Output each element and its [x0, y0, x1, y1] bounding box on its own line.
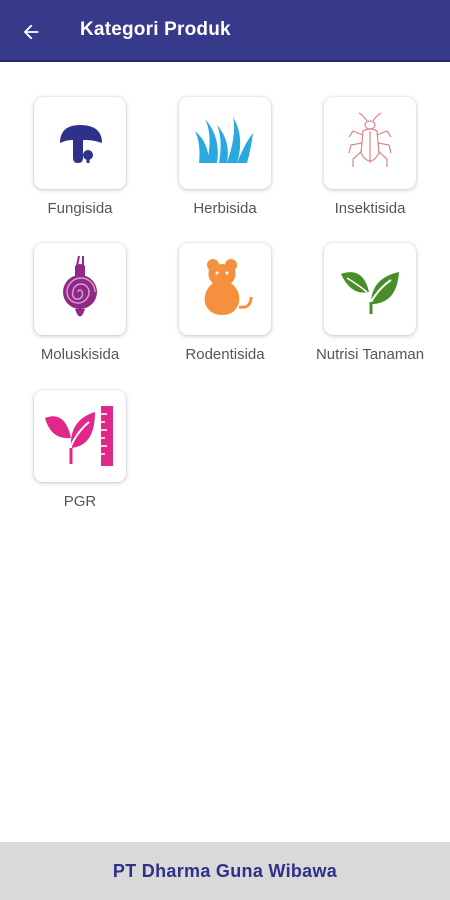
mushroom-icon	[60, 125, 102, 163]
grass-icon	[195, 117, 253, 163]
category-label: Fungisida	[47, 200, 113, 217]
category-herbisida[interactable]: Herbisida	[155, 89, 295, 229]
category-card[interactable]	[34, 97, 126, 189]
category-label: PGR	[63, 493, 97, 510]
category-fungisida[interactable]: Fungisida	[10, 89, 150, 229]
company-name: PT Dharma Guna Wibawa	[112, 860, 338, 881]
leaves-icon	[341, 272, 399, 314]
app-bar: Kategori Produk	[0, 0, 450, 62]
mouse-icon	[204, 259, 253, 315]
arrow-left-icon	[23, 24, 39, 40]
snail-icon	[63, 255, 97, 317]
category-label: Moluskisida	[40, 346, 120, 363]
category-label: Insektisida	[334, 200, 406, 217]
category-moluskisida[interactable]: Moluskisida	[10, 235, 150, 375]
back-button[interactable]	[14, 15, 48, 49]
category-card[interactable]	[34, 243, 126, 335]
category-card[interactable]	[179, 97, 271, 189]
category-insektisida[interactable]: Insektisida	[300, 89, 440, 229]
category-card[interactable]	[34, 390, 126, 482]
category-label: Nutrisi Tanaman	[315, 346, 425, 363]
category-label: Rodentisida	[185, 346, 265, 363]
category-label: Herbisida	[193, 200, 257, 217]
insect-icon	[348, 112, 392, 167]
category-card[interactable]	[324, 97, 416, 189]
category-card[interactable]	[179, 243, 271, 335]
footer: PT Dharma Guna Wibawa	[0, 842, 450, 900]
category-rodentisida[interactable]: Rodentisida	[155, 235, 295, 375]
leaf-ruler-icon	[45, 406, 113, 466]
page-title: Kategori Produk	[80, 19, 231, 40]
category-card[interactable]	[324, 243, 416, 335]
category-pgr[interactable]: PGR	[10, 382, 150, 522]
category-nutrisi-tanaman[interactable]: Nutrisi Tanaman	[300, 235, 440, 375]
